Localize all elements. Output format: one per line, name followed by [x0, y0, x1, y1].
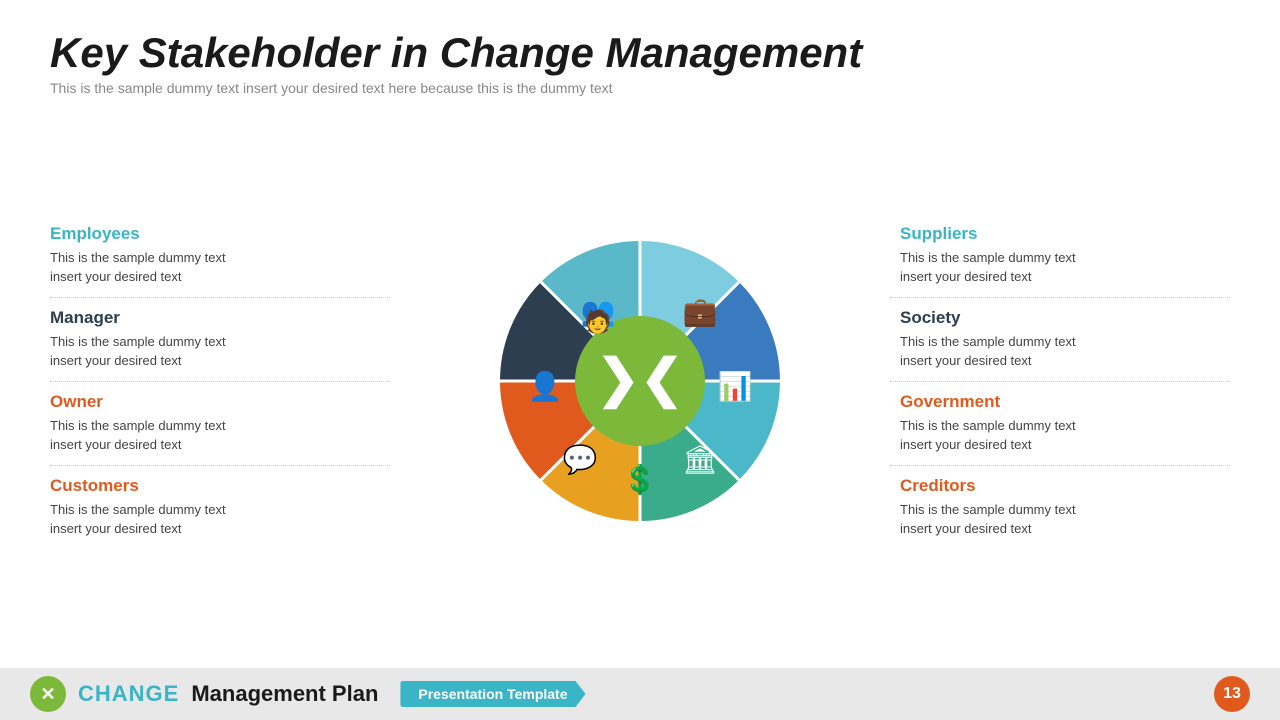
stakeholder-item-owner: Owner This is the sample dummy text inser…: [50, 382, 390, 466]
stakeholder-title-suppliers: Suppliers: [900, 224, 1230, 244]
page-subtitle: This is the sample dummy text insert you…: [50, 80, 1230, 96]
svg-text:📊: 📊: [718, 370, 753, 403]
stakeholder-item-society: Society This is the sample dummy text ins…: [890, 298, 1230, 382]
svg-text:💬: 💬: [563, 443, 598, 476]
stakeholder-title-owner: Owner: [50, 392, 380, 412]
left-column: Employees This is the sample dummy text i…: [50, 214, 390, 549]
wheel-diagram: ❯❮ 👥 💼 📊 🏛 💲 💬: [480, 221, 800, 541]
stakeholder-text-society: This is the sample dummy text insert you…: [900, 332, 1230, 371]
footer-management-label: Management Plan: [191, 681, 378, 707]
body-area: Employees This is the sample dummy text i…: [50, 104, 1230, 658]
wheel-svg: ❯❮ 👥 💼 📊 🏛 💲 💬: [480, 221, 800, 541]
stakeholder-text-creditors: This is the sample dummy text insert you…: [900, 500, 1230, 539]
stakeholder-title-government: Government: [900, 392, 1230, 412]
center-column: ❯❮ 👥 💼 📊 🏛 💲 💬: [390, 221, 890, 541]
svg-text:💲: 💲: [623, 463, 658, 496]
stakeholder-title-employees: Employees: [50, 224, 380, 244]
stakeholder-title-manager: Manager: [50, 308, 380, 328]
footer-badge: Presentation Template: [400, 681, 585, 707]
stakeholder-text-manager: This is the sample dummy text insert you…: [50, 332, 380, 371]
stakeholder-item-customers: Customers This is the sample dummy text i…: [50, 466, 390, 549]
footer: ✕ CHANGE Management Plan Presentation Te…: [0, 668, 1280, 720]
stakeholder-text-employees: This is the sample dummy text insert you…: [50, 248, 380, 287]
stakeholder-title-customers: Customers: [50, 476, 380, 496]
right-column: Suppliers This is the sample dummy text i…: [890, 214, 1230, 549]
stakeholder-item-suppliers: Suppliers This is the sample dummy text i…: [890, 214, 1230, 298]
svg-text:🧑: 🧑: [584, 308, 611, 334]
stakeholder-item-creditors: Creditors This is the sample dummy text i…: [890, 466, 1230, 549]
stakeholder-item-employees: Employees This is the sample dummy text i…: [50, 214, 390, 298]
stakeholder-item-government: Government This is the sample dummy text …: [890, 382, 1230, 466]
stakeholder-title-society: Society: [900, 308, 1230, 328]
stakeholder-item-manager: Manager This is the sample dummy text ins…: [50, 298, 390, 382]
title-section: Key Stakeholder in Change Management Thi…: [50, 30, 1230, 96]
footer-page-number: 13: [1214, 676, 1250, 712]
stakeholder-title-creditors: Creditors: [900, 476, 1230, 496]
svg-text:👤: 👤: [528, 370, 563, 403]
stakeholder-text-customers: This is the sample dummy text insert you…: [50, 500, 380, 539]
stakeholder-text-government: This is the sample dummy text insert you…: [900, 416, 1230, 455]
slide: Key Stakeholder in Change Management Thi…: [0, 0, 1280, 720]
page-title: Key Stakeholder in Change Management: [50, 30, 1230, 76]
main-content: Key Stakeholder in Change Management Thi…: [0, 0, 1280, 668]
svg-text:🏛: 🏛: [682, 444, 718, 475]
footer-logo: ✕: [30, 676, 66, 712]
svg-text:❯❮: ❯❮: [596, 350, 683, 410]
footer-logo-icon: ✕: [40, 684, 55, 705]
footer-change-label: CHANGE: [78, 681, 179, 707]
stakeholder-text-suppliers: This is the sample dummy text insert you…: [900, 248, 1230, 287]
stakeholder-text-owner: This is the sample dummy text insert you…: [50, 416, 380, 455]
svg-text:💼: 💼: [683, 296, 718, 328]
